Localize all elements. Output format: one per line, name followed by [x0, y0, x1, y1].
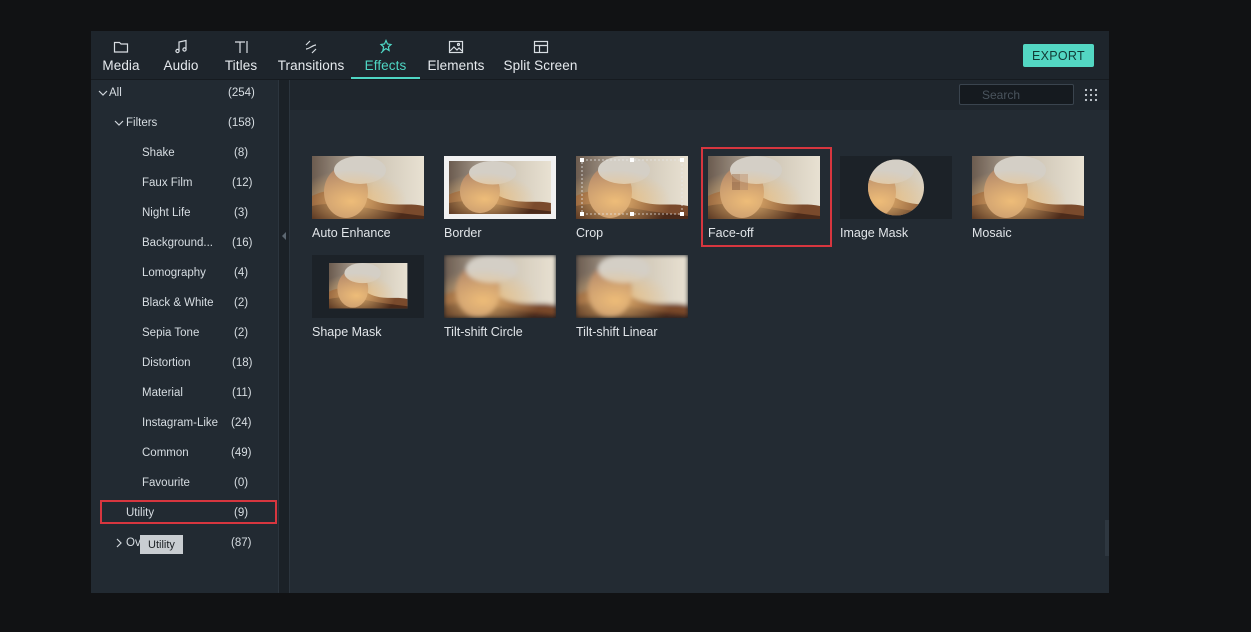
sidebar-item-faux-film[interactable]: Faux Film (12)	[91, 170, 278, 200]
thumbnail-auto-enhance	[312, 156, 424, 219]
collapse-arrow-icon[interactable]	[282, 232, 287, 240]
top-toolbar: Media Audio Titles Transitions Effects E…	[91, 31, 1109, 80]
thumbnail-image-mask	[840, 156, 952, 219]
sidebar-item-black-white[interactable]: Black & White (2)	[91, 290, 278, 320]
sidebar-item-material[interactable]: Material (11)	[91, 380, 278, 410]
music-note-icon	[175, 39, 187, 54]
sidebar-item-lomography[interactable]: Lomography (4)	[91, 260, 278, 290]
thumb-art	[972, 156, 1084, 219]
effect-auto-enhance[interactable]: Auto Enhance	[312, 156, 424, 246]
sidebar-item-distortion[interactable]: Distortion (18)	[91, 350, 278, 380]
chevron-down-icon	[114, 120, 124, 126]
thumbnail-face-off	[708, 156, 820, 219]
thumb-art	[576, 255, 688, 318]
tab-audio[interactable]: Audio	[163, 31, 199, 79]
scrollbar[interactable]	[1105, 520, 1109, 556]
sidebar-item-sepia-tone[interactable]: Sepia Tone (2)	[91, 320, 278, 350]
thumbnail-tilt-shift-circle	[444, 255, 556, 318]
effects-sparkle-icon	[379, 39, 392, 54]
effect-tilt-shift-linear[interactable]: Tilt-shift Linear	[576, 255, 688, 345]
grid-view-icon[interactable]	[1084, 88, 1098, 102]
library-header	[290, 80, 1109, 110]
effect-face-off[interactable]: Face-off	[708, 156, 820, 246]
thumbnail-crop	[576, 156, 688, 219]
thumb-art	[708, 156, 820, 219]
effect-image-mask[interactable]: Image Mask	[840, 156, 952, 246]
tab-effects[interactable]: Effects	[351, 31, 420, 79]
thumbnail-border	[444, 156, 556, 219]
tooltip: Utility	[140, 535, 183, 554]
effects-library-panel: Auto Enhance Border	[290, 80, 1109, 593]
effect-border[interactable]: Border	[444, 156, 556, 246]
sidebar-item-all[interactable]: All (254)	[91, 80, 278, 110]
thumb-art	[444, 255, 556, 318]
thumb-art	[576, 156, 688, 219]
effect-mosaic[interactable]: Mosaic	[972, 156, 1084, 246]
chevron-down-icon	[98, 90, 108, 96]
folder-icon	[113, 41, 129, 53]
thumb-art	[312, 156, 424, 219]
effect-crop[interactable]: Crop	[576, 156, 688, 246]
effect-tilt-shift-circle[interactable]: Tilt-shift Circle	[444, 255, 556, 345]
sidebar-item-ov[interactable]: Ov (87)	[91, 530, 278, 560]
tab-transitions[interactable]: Transitions	[277, 31, 345, 79]
chevron-right-icon	[116, 538, 122, 548]
sidebar-item-night-life[interactable]: Night Life (3)	[91, 200, 278, 230]
sidebar-item-background[interactable]: Background... (16)	[91, 230, 278, 260]
transition-icon	[305, 40, 317, 54]
effects-category-sidebar: All (254) Filters (158) Shake (8) Faux F…	[91, 80, 278, 593]
tab-titles[interactable]: Titles	[224, 31, 258, 79]
editor-window: Media Audio Titles Transitions Effects E…	[91, 31, 1109, 593]
sidebar-item-favourite[interactable]: Favourite (0)	[91, 470, 278, 500]
thumb-art	[444, 156, 556, 219]
tab-media[interactable]: Media	[102, 31, 140, 79]
text-icon	[235, 41, 248, 53]
sidebar-item-shake[interactable]: Shake (8)	[91, 140, 278, 170]
image-icon	[448, 40, 464, 54]
sidebar-item-common[interactable]: Common (49)	[91, 440, 278, 470]
panel-resize-handle[interactable]	[278, 80, 290, 593]
thumb-art	[312, 255, 424, 318]
tab-split-screen[interactable]: Split Screen	[503, 31, 578, 79]
split-screen-icon	[533, 40, 548, 54]
search-input[interactable]	[959, 84, 1074, 105]
thumb-art	[840, 156, 952, 219]
sidebar-item-instagram-like[interactable]: Instagram-Like (24)	[91, 410, 278, 440]
sidebar-item-utility[interactable]: Utility (9)	[91, 500, 278, 530]
thumbnail-shape-mask	[312, 255, 424, 318]
tab-elements[interactable]: Elements	[427, 31, 485, 79]
thumbnail-mosaic	[972, 156, 1084, 219]
effect-shape-mask[interactable]: Shape Mask	[312, 255, 424, 345]
sidebar-item-filters[interactable]: Filters (158)	[91, 110, 278, 140]
thumbnail-tilt-shift-linear	[576, 255, 688, 318]
export-button[interactable]: EXPORT	[1023, 44, 1094, 67]
